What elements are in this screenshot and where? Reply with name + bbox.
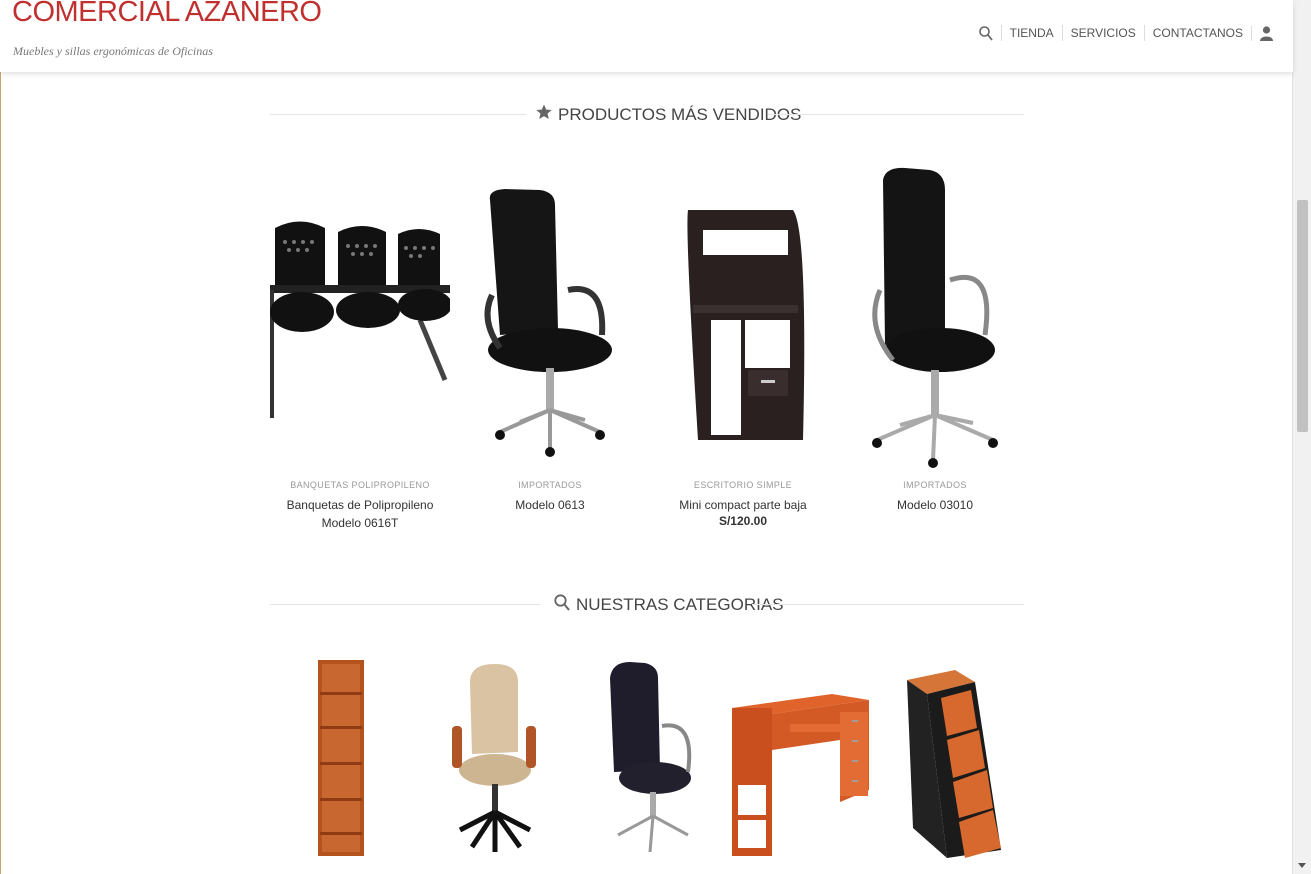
product-image[interactable] — [653, 170, 833, 480]
nav-servicios[interactable]: SERVICIOS — [1061, 25, 1144, 41]
nav-tienda[interactable]: TIENDA — [1000, 25, 1062, 41]
product-card[interactable]: BANQUETAS POLIPROPILENO Banquetas de Pol… — [270, 170, 452, 532]
divider-line — [752, 604, 1024, 605]
site-tagline: Muebles y sillas ergonómicas de Oficinas — [13, 44, 213, 58]
search-icon — [554, 594, 570, 616]
product-name[interactable]: Modelo 0613 — [460, 496, 640, 514]
product-name[interactable]: Banquetas de Polipropileno Modelo 0616T — [270, 496, 450, 532]
site-logo[interactable]: COMERCIAL AZAÑERO — [12, 0, 322, 29]
section-title-text: PRODUCTOS MÁS VENDIDOS — [558, 104, 802, 124]
product-category[interactable]: IMPORTADOS — [845, 480, 1025, 490]
main-nav: TIENDA SERVICIOS CONTACTANOS — [971, 25, 1281, 41]
category-executive-chair[interactable] — [600, 660, 695, 861]
divider-line — [270, 114, 526, 115]
star-icon — [536, 104, 552, 125]
best-sellers-heading: PRODUCTOS MÁS VENDIDOS — [270, 104, 1024, 124]
categories-heading: NUESTRAS CATEGORIAS — [270, 594, 1024, 614]
divider-line — [768, 114, 1024, 115]
category-desk[interactable] — [732, 690, 870, 863]
product-category[interactable]: IMPORTADOS — [460, 480, 640, 490]
product-category[interactable]: ESCRITORIO SIMPLE — [653, 480, 833, 490]
user-icon[interactable] — [1251, 25, 1281, 41]
product-card[interactable]: ESCRITORIO SIMPLE Mini compact parte baj… — [653, 170, 833, 528]
search-icon[interactable] — [971, 25, 1001, 41]
page-scrollbar[interactable] — [1292, 0, 1311, 874]
product-card[interactable]: IMPORTADOS Modelo 0613 — [460, 170, 640, 514]
divider-line — [270, 604, 540, 605]
product-price: S/120.00 — [718, 514, 768, 528]
site-header: COMERCIAL AZAÑERO Muebles y sillas ergon… — [0, 0, 1293, 72]
category-beige-chair[interactable] — [450, 662, 540, 863]
nav-contactanos[interactable]: CONTACTANOS — [1143, 25, 1251, 41]
product-name[interactable]: Modelo 03010 — [845, 496, 1025, 514]
product-category[interactable]: BANQUETAS POLIPROPILENO — [270, 480, 450, 490]
product-image[interactable] — [270, 170, 452, 480]
category-bookshelf[interactable] — [318, 660, 364, 861]
product-name[interactable]: Mini compact parte baja — [653, 496, 833, 514]
section-title-text: NUESTRAS CATEGORIAS — [576, 595, 784, 614]
scrollbar-thumb[interactable] — [1297, 200, 1308, 432]
product-card[interactable]: IMPORTADOS Modelo 03010 — [845, 165, 1025, 514]
product-image[interactable] — [460, 170, 640, 480]
scroll-down-arrow-icon[interactable] — [1298, 863, 1306, 868]
product-image[interactable] — [845, 165, 1025, 480]
category-file-cabinet[interactable] — [905, 668, 1003, 865]
